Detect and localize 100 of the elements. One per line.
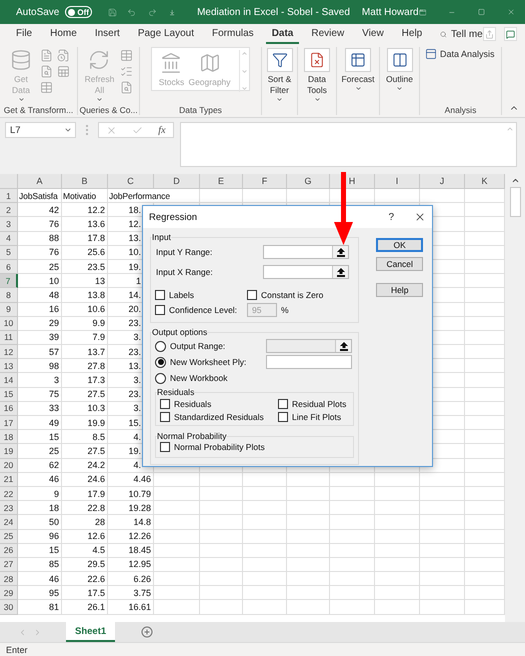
dialog-button[interactable]: Cancel xyxy=(376,257,424,271)
range-field[interactable] xyxy=(263,245,349,259)
tell-me-field[interactable]: Tell me xyxy=(451,28,483,40)
row-header[interactable]: 10 xyxy=(0,316,18,331)
checkbox[interactable]: Labels xyxy=(155,290,247,300)
checkbox[interactable]: Normal Probability Plots xyxy=(160,442,350,452)
insert-function-button[interactable]: fx xyxy=(158,124,166,136)
option-label[interactable]: Output Range: xyxy=(170,341,226,351)
row-header[interactable]: 12 xyxy=(0,345,18,360)
option-label[interactable]: New Workbook xyxy=(170,373,228,383)
column-header[interactable]: F xyxy=(262,176,268,186)
checkbox[interactable]: Constant is Zero xyxy=(247,290,354,300)
document-search-icon[interactable] xyxy=(40,65,53,78)
column-header[interactable]: D xyxy=(173,176,180,186)
column-header[interactable]: E xyxy=(218,176,224,186)
ribbon-button[interactable]: Forecast xyxy=(339,47,377,93)
row-header[interactable]: 26 xyxy=(0,544,18,558)
row-header[interactable]: 28 xyxy=(0,572,18,586)
menu-tab[interactable]: Page Layout xyxy=(132,24,200,44)
row-header[interactable]: 3 xyxy=(0,217,18,232)
dialog-button[interactable]: Help xyxy=(376,283,424,297)
row-header[interactable]: 6 xyxy=(0,260,18,274)
ribbon-button[interactable]: Data Analysis xyxy=(423,47,497,61)
comments-button[interactable] xyxy=(504,27,517,41)
row-header[interactable]: 21 xyxy=(0,472,18,487)
row-header[interactable]: 27 xyxy=(0,558,18,572)
cancel-icon[interactable] xyxy=(106,124,118,136)
row-header[interactable]: 17 xyxy=(0,416,18,430)
autosave-toggle[interactable]: Off xyxy=(65,6,92,18)
row-header[interactable]: 5 xyxy=(0,246,18,260)
row-header[interactable]: 9 xyxy=(0,302,18,317)
checkbox[interactable]: Standardized Residuals xyxy=(160,412,278,422)
column-header[interactable]: I xyxy=(396,176,398,186)
maximize-icon[interactable] xyxy=(478,7,485,17)
range-field[interactable] xyxy=(263,265,349,279)
row-header[interactable]: 11 xyxy=(0,330,18,346)
ribbon-button[interactable]: Outline xyxy=(384,47,415,93)
menu-tab[interactable]: Help xyxy=(396,24,428,44)
column-header[interactable]: H xyxy=(348,176,356,186)
close-icon[interactable] xyxy=(414,211,426,223)
column-header[interactable]: A xyxy=(36,176,42,186)
help-button[interactable]: ? xyxy=(388,212,394,222)
collapse-dialog-button[interactable] xyxy=(332,246,348,258)
row-header[interactable]: 1 xyxy=(0,189,18,204)
sheet-tab[interactable]: Sheet1 xyxy=(66,622,116,642)
row-header[interactable]: 30 xyxy=(0,600,18,615)
row-header[interactable]: 7 xyxy=(0,274,18,288)
row-header[interactable]: 13 xyxy=(0,359,18,374)
column-header[interactable]: B xyxy=(81,176,88,186)
formula-input[interactable] xyxy=(180,122,517,167)
row-header[interactable]: 16 xyxy=(0,402,18,416)
ribbon-button[interactable]: Data Tools xyxy=(302,47,332,104)
radio-button[interactable] xyxy=(155,340,166,352)
row-header[interactable]: 22 xyxy=(0,486,18,502)
customize-icon[interactable] xyxy=(168,8,176,16)
column-header[interactable]: J xyxy=(440,176,444,186)
sheet-icon[interactable] xyxy=(57,65,70,78)
row-header[interactable]: 4 xyxy=(0,232,18,246)
name-box[interactable]: L7 xyxy=(5,122,76,138)
enter-icon[interactable] xyxy=(132,124,144,136)
menu-tab[interactable]: View xyxy=(356,24,390,44)
row-header[interactable]: 25 xyxy=(0,530,18,544)
row-header[interactable]: 8 xyxy=(0,288,18,302)
collapse-dialog-button[interactable] xyxy=(332,266,348,278)
expand-icon[interactable] xyxy=(240,85,248,92)
range-field[interactable] xyxy=(266,355,352,369)
radio-button[interactable] xyxy=(155,372,166,384)
checkbox[interactable]: Confidence Level: xyxy=(155,303,247,317)
row-header[interactable]: 29 xyxy=(0,586,18,600)
row-header[interactable]: 23 xyxy=(0,501,18,516)
column-header[interactable]: C xyxy=(127,176,134,186)
column-header[interactable]: K xyxy=(481,176,488,186)
row-header[interactable]: 20 xyxy=(0,458,18,473)
document-icon[interactable] xyxy=(40,49,53,62)
dialog-button[interactable]: OK xyxy=(376,238,424,252)
column-header[interactable]: G xyxy=(304,176,312,186)
search-icon[interactable] xyxy=(440,28,448,40)
menu-tab[interactable]: Home xyxy=(44,24,83,44)
checkbox[interactable]: Line Fit Plots xyxy=(278,412,350,422)
scroll-up-icon[interactable] xyxy=(510,176,520,185)
menu-tab[interactable]: Formulas xyxy=(206,24,260,44)
expand-icon[interactable] xyxy=(506,125,514,133)
document-search-icon[interactable] xyxy=(120,81,134,94)
row-header[interactable]: 14 xyxy=(0,373,18,388)
row-header[interactable]: 24 xyxy=(0,515,18,530)
checkbox[interactable]: Residual Plots xyxy=(278,399,350,409)
list-icon[interactable] xyxy=(120,65,134,78)
scroll-thumb[interactable] xyxy=(510,187,520,217)
menu-tab[interactable]: Insert xyxy=(88,24,126,44)
menu-tab[interactable]: File xyxy=(10,24,38,44)
checkbox[interactable]: Residuals xyxy=(160,399,278,409)
menu-tab[interactable]: Review xyxy=(305,24,350,44)
ribbon-button[interactable]: Sort & Filter xyxy=(264,47,294,104)
radio-button[interactable] xyxy=(155,356,166,368)
row-header[interactable]: 2 xyxy=(0,203,18,218)
row-header[interactable]: 19 xyxy=(0,444,18,459)
ribbon-display-icon[interactable] xyxy=(418,6,426,18)
table-icon[interactable] xyxy=(40,81,53,94)
row-header[interactable]: 18 xyxy=(0,430,18,444)
scroll-down-icon[interactable] xyxy=(240,68,248,74)
